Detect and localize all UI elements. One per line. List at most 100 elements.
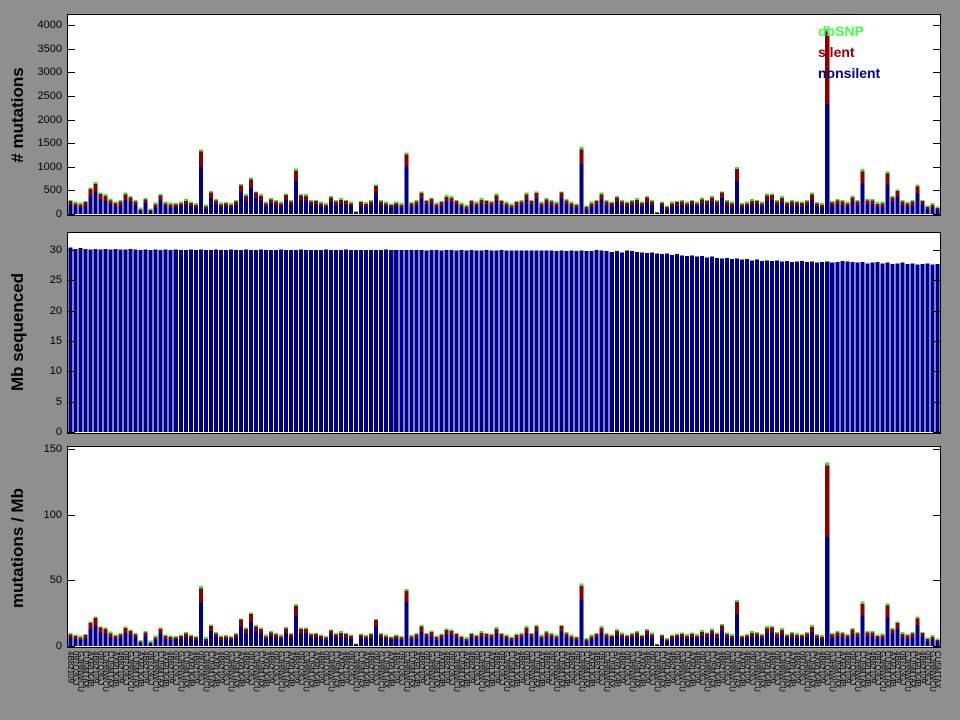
bar-segment <box>208 624 213 626</box>
bar-segment <box>519 204 524 214</box>
bar-segment <box>679 637 684 646</box>
bar-segment <box>900 262 905 432</box>
bar-segment <box>148 208 153 210</box>
bar-segment <box>594 634 599 638</box>
y-tick-label: 2500 <box>37 90 62 102</box>
bar-segment <box>599 194 604 200</box>
bar-segment <box>775 204 780 214</box>
bar-segment <box>429 250 434 432</box>
bar-segment <box>248 612 253 615</box>
bar-segment <box>108 198 113 201</box>
bar-segment <box>765 632 770 646</box>
bar-segment <box>459 250 464 432</box>
bar-segment <box>294 170 299 181</box>
bar-segment <box>845 201 850 204</box>
bar-segment <box>354 211 359 213</box>
bar-segment <box>489 200 494 203</box>
bar-segment <box>449 250 454 432</box>
bar-segment <box>730 638 735 646</box>
bar-segment <box>745 635 750 639</box>
bar-segment <box>459 204 464 208</box>
bar-segment <box>694 206 699 214</box>
bar-segment <box>790 631 795 634</box>
bar-segment <box>629 201 634 205</box>
bar-segment <box>263 636 268 639</box>
bar-segment <box>238 185 243 193</box>
bar-segment <box>790 204 795 214</box>
bar-segment <box>213 633 218 637</box>
bar-segment <box>113 635 118 639</box>
bar-segment <box>364 206 369 214</box>
bar-segment <box>309 199 314 202</box>
bar-segment <box>835 630 840 633</box>
bar-segment <box>519 250 524 432</box>
bar-segment <box>223 202 228 204</box>
bar-segment <box>905 263 910 432</box>
bar-segment <box>243 633 248 646</box>
bar-segment <box>624 205 629 214</box>
bar-segment <box>228 635 233 638</box>
bar-segment <box>78 207 83 214</box>
bar-segment <box>93 183 98 192</box>
bar-segment <box>273 201 278 205</box>
bar-segment <box>374 250 379 432</box>
bar-segment <box>785 638 790 646</box>
bar-segment <box>494 200 499 214</box>
bar-segment <box>850 628 855 630</box>
bar-segment <box>785 205 790 214</box>
bar-segment <box>128 196 133 198</box>
bar-segment <box>98 192 103 195</box>
bar-segment <box>88 249 93 432</box>
bar-segment <box>108 631 113 634</box>
bar-segment <box>238 618 243 620</box>
bar-segment <box>294 168 299 171</box>
bar-segment <box>444 196 449 202</box>
bar-segment <box>414 634 419 638</box>
bar-segment <box>484 637 489 646</box>
bar-segment <box>203 206 208 209</box>
bar-segment <box>559 626 564 632</box>
bar-segment <box>649 205 654 214</box>
bar-segment <box>133 249 138 432</box>
bar-segment <box>579 586 584 600</box>
bar-segment <box>564 204 569 214</box>
bar-segment <box>344 637 349 646</box>
bar-segment <box>294 180 299 214</box>
bar-segment <box>479 632 484 637</box>
bar-segment <box>880 263 885 432</box>
bar-segment <box>454 250 459 432</box>
bar-segment <box>273 637 278 646</box>
bar-segment <box>374 620 379 627</box>
bar-segment <box>619 252 624 432</box>
bar-segment <box>369 634 374 638</box>
bar-segment <box>629 204 634 214</box>
bar-segment <box>359 637 364 646</box>
bar-segment <box>198 586 203 589</box>
bar-segment <box>815 638 820 646</box>
bar-segment <box>379 250 384 432</box>
bar-segment <box>820 203 825 205</box>
bar-segment <box>740 636 745 640</box>
bar-segment <box>649 201 654 206</box>
bar-segment <box>68 204 73 214</box>
bar-segment <box>349 638 354 646</box>
bar-segment <box>755 632 760 634</box>
bar-segment <box>218 250 223 432</box>
bar-segment <box>629 634 634 638</box>
bar-segment <box>399 207 404 214</box>
bar-segment <box>659 205 664 214</box>
bar-segment <box>223 250 228 432</box>
bar-segment <box>283 193 289 196</box>
bar-segment <box>930 203 935 206</box>
bars <box>68 247 940 432</box>
bar-segment <box>539 201 544 204</box>
bar-segment <box>314 637 319 646</box>
bar-segment <box>359 200 364 203</box>
y-tick-label: 1000 <box>37 161 62 173</box>
bar-segment <box>223 206 228 214</box>
bar-segment <box>319 638 324 646</box>
bar-segment <box>910 633 915 637</box>
bar-segment <box>268 199 273 204</box>
bar-segment <box>188 201 193 204</box>
bar-segment <box>178 638 183 646</box>
